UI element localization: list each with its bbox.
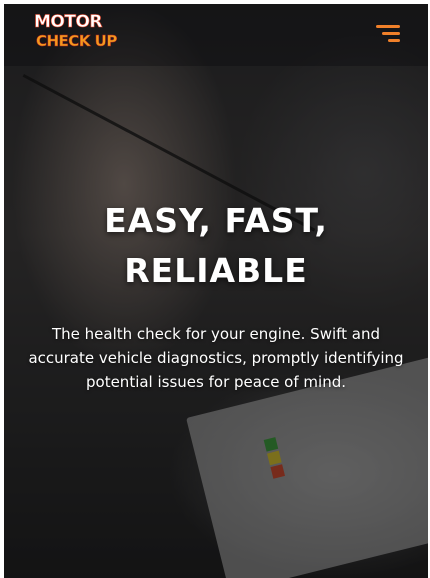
menu-bar-middle <box>382 32 400 35</box>
menu-bar-top <box>376 25 400 28</box>
menu-bar-bottom <box>388 39 400 42</box>
motor-checkup-logo[interactable]: MOTOR CHECK UP <box>34 12 120 54</box>
hero-subtitle: The health check for your engine. Swift … <box>28 325 404 391</box>
logo-line-2: CHECK UP <box>36 32 118 50</box>
hero-title-line-1: EASY, FAST, <box>104 201 328 240</box>
site-header: MOTOR CHECK UP <box>4 4 428 66</box>
logo-line-1: MOTOR <box>34 12 103 32</box>
hero-title-line-2: RELIABLE <box>124 251 308 290</box>
hamburger-menu-icon[interactable] <box>376 25 400 43</box>
hero-title: EASY, FAST, RELIABLE <box>4 196 428 296</box>
page-frame: MOTOR CHECK UP EASY, FAST, RELIABLE The … <box>4 4 428 578</box>
